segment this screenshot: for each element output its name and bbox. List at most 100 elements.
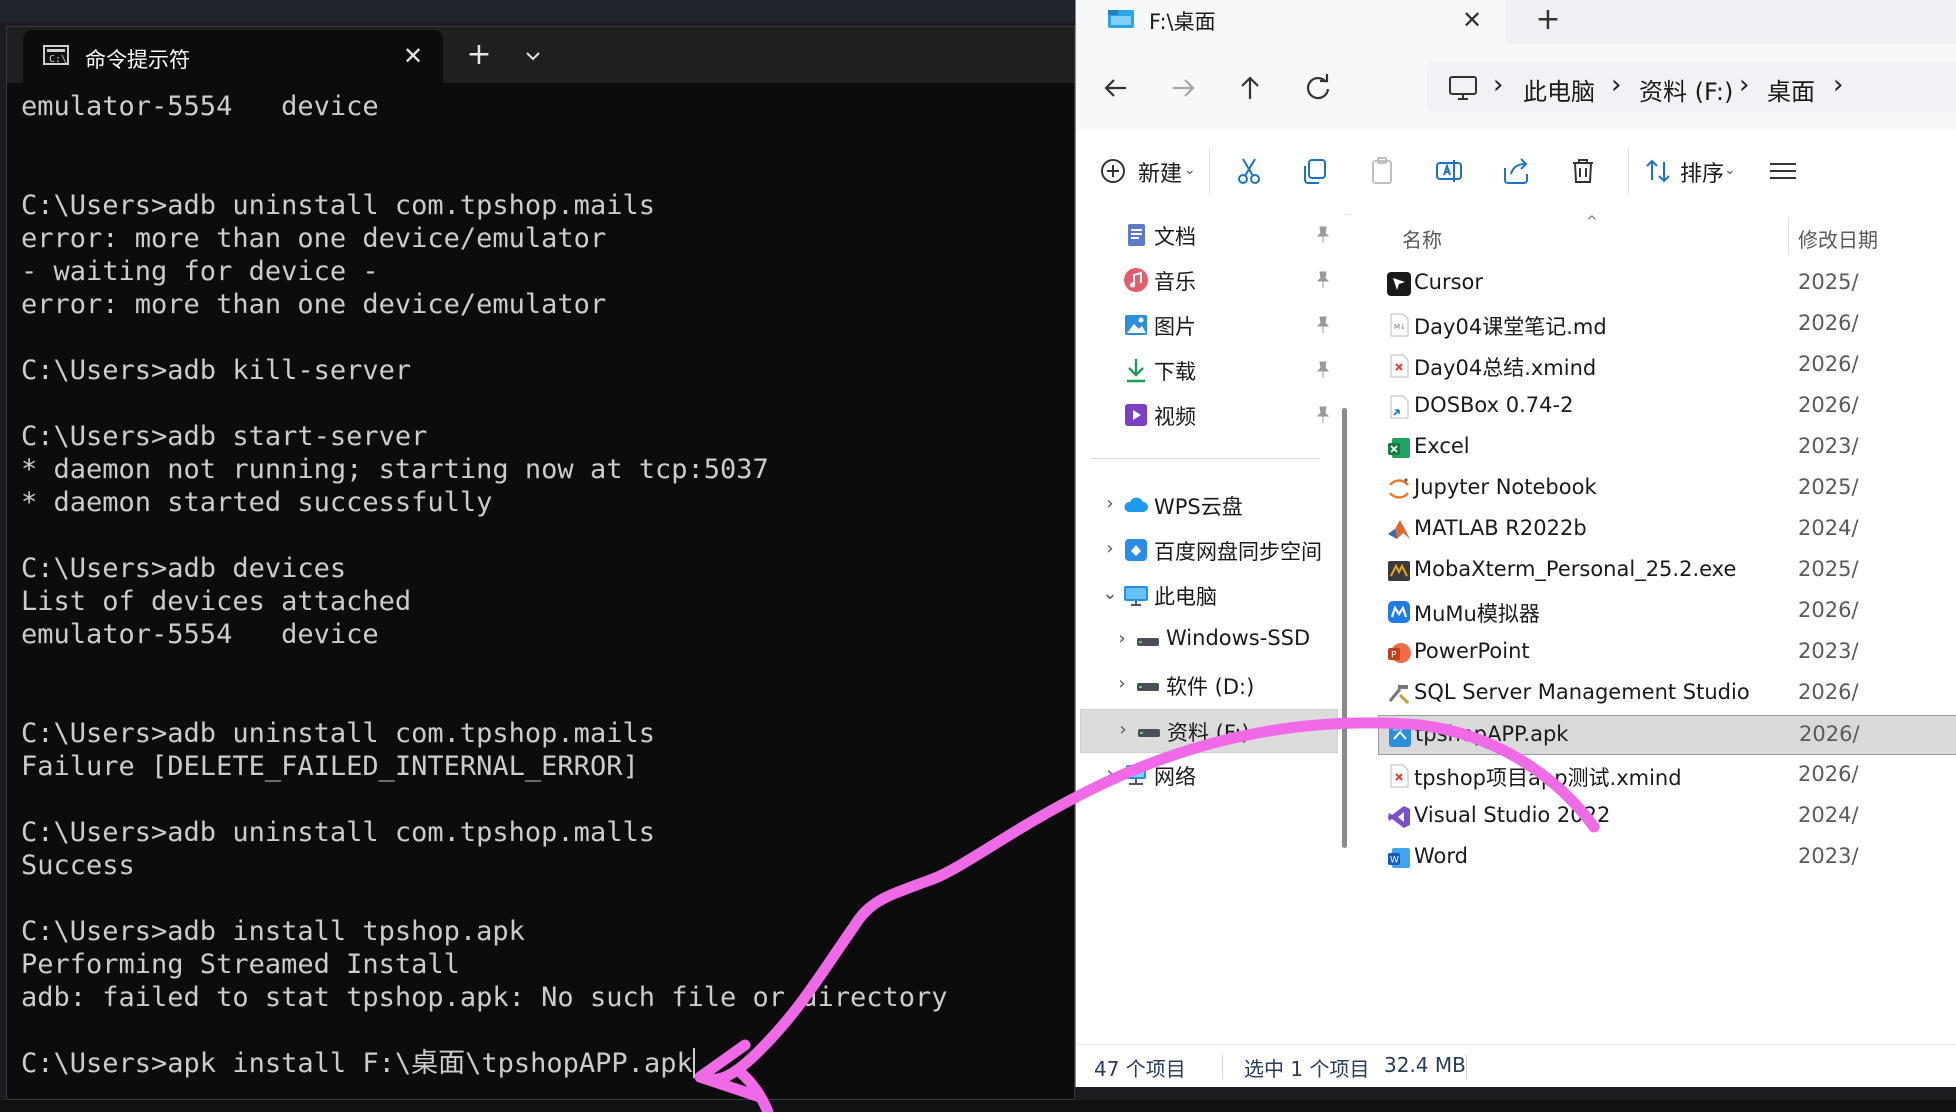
new-button[interactable]: 新建 ⌄ xyxy=(1096,150,1196,194)
chevron-right-icon[interactable]: › xyxy=(1739,70,1749,100)
file-row[interactable]: P PowerPoint 2023/ xyxy=(1378,633,1956,673)
status-bar: 47 个项目 选中 1 个项目 32.4 MB xyxy=(1076,1044,1956,1087)
file-name: Visual Studio 2022 xyxy=(1414,803,1611,827)
nav-tree-item[interactable]: ⌄ 此电脑 xyxy=(1080,574,1338,618)
nav-scrollbar[interactable] xyxy=(1340,214,1350,1044)
chevron-down-icon[interactable] xyxy=(515,39,551,75)
nav-item-music[interactable]: 音乐 xyxy=(1080,259,1338,303)
new-tab-button[interactable]: + xyxy=(459,37,499,73)
file-row[interactable]: SQL Server Management Studio 2026/ xyxy=(1378,674,1956,714)
column-divider[interactable] xyxy=(1788,218,1789,254)
breadcrumb-this-pc[interactable]: 此电脑 xyxy=(1523,72,1595,107)
nav-tree-item[interactable]: › 百度网盘同步空间 xyxy=(1080,529,1338,573)
view-button[interactable] xyxy=(1766,150,1796,194)
chevron-down-icon: ⌄ xyxy=(1184,162,1196,178)
file-row[interactable]: Day04总结.xmind 2026/ xyxy=(1378,346,1956,386)
file-row[interactable]: DOSBox 0.74-2 2026/ xyxy=(1378,387,1956,427)
file-row[interactable]: MobaXterm_Personal_25.2.exe 2025/ xyxy=(1378,551,1956,591)
address-bar[interactable]: › 此电脑 › 资料 (F:) › 桌面 › xyxy=(1427,62,1956,112)
file-row-selected[interactable]: APK tpshopAPP.apk 2026/ xyxy=(1378,715,1956,755)
nav-tree-item[interactable]: › 软件 (D:) xyxy=(1080,664,1338,708)
file-name: Cursor xyxy=(1414,270,1484,294)
drive-icon xyxy=(1134,626,1162,654)
nav-tree-item[interactable]: › WPS云盘 xyxy=(1080,484,1338,528)
file-row[interactable]: W Word 2023/ xyxy=(1378,838,1956,878)
file-row[interactable]: M↓ Day04课堂笔记.md 2026/ xyxy=(1378,305,1956,345)
chevron-right-icon[interactable]: › xyxy=(1098,762,1122,786)
file-row[interactable]: Visual Studio 2022 2024/ xyxy=(1378,797,1956,837)
file-modified-date: 2024/ xyxy=(1798,803,1859,827)
file-list[interactable]: 名称 ^ 修改日期 Cursor 2025/M↓ Day04课堂笔记.md 2026/… xyxy=(1352,214,1956,1044)
text-cursor xyxy=(692,1048,695,1078)
terminal-line: C:\Users>adb install tpshop.apk xyxy=(21,916,525,947)
nav-item-pictures[interactable]: 图片 xyxy=(1080,304,1338,348)
cmd-tab[interactable]: C:\ 命令提示符 ✕ xyxy=(23,30,443,83)
chevron-down-icon[interactable]: ⌄ xyxy=(1098,582,1122,606)
forward-arrow-icon[interactable] xyxy=(1163,68,1203,108)
file-row[interactable]: Jupyter Notebook 2025/ xyxy=(1378,469,1956,509)
terminal-line: adb: failed to stat tpshop.apk: No such … xyxy=(21,982,948,1013)
file-modified-date: 2025/ xyxy=(1798,270,1859,294)
file-row[interactable]: Cursor 2025/ xyxy=(1378,264,1956,304)
paste-button[interactable] xyxy=(1365,150,1405,194)
close-icon[interactable]: ✕ xyxy=(395,38,431,74)
refresh-icon[interactable] xyxy=(1298,68,1338,108)
nav-item-label: 音乐 xyxy=(1154,270,1196,294)
svg-text:P: P xyxy=(1391,651,1397,661)
chevron-right-icon[interactable]: › xyxy=(1110,627,1134,651)
cut-button[interactable] xyxy=(1232,150,1272,194)
pin-icon[interactable] xyxy=(1312,269,1334,291)
nav-item-document[interactable]: 文档 xyxy=(1080,214,1338,258)
new-tab-button[interactable]: + xyxy=(1528,2,1568,38)
pictures-icon xyxy=(1122,311,1150,339)
file-modified-date: 2026/ xyxy=(1798,393,1859,417)
cmd-title-bar[interactable]: C:\ 命令提示符 ✕ + xyxy=(7,27,1074,83)
file-row[interactable]: Excel 2023/ xyxy=(1378,428,1956,468)
breadcrumb-desktop[interactable]: 桌面 xyxy=(1767,72,1815,107)
terminal-line: List of devices attached xyxy=(21,586,412,617)
nav-item-download[interactable]: 下载 xyxy=(1080,349,1338,393)
explorer-tab[interactable]: F:\桌面 ✕ xyxy=(1076,0,1506,44)
file-name: MobaXterm_Personal_25.2.exe xyxy=(1414,557,1737,581)
share-button[interactable] xyxy=(1499,150,1539,194)
chevron-right-icon[interactable]: › xyxy=(1611,70,1621,100)
chevron-right-icon[interactable]: › xyxy=(1098,492,1122,516)
pin-icon[interactable] xyxy=(1312,314,1334,336)
breadcrumb-drive-f[interactable]: 资料 (F:) xyxy=(1639,72,1733,107)
back-arrow-icon[interactable] xyxy=(1096,68,1136,108)
nav-item-label: 视频 xyxy=(1154,405,1196,429)
chevron-right-icon[interactable]: › xyxy=(1493,70,1503,100)
pin-icon[interactable] xyxy=(1312,359,1334,381)
copy-button[interactable] xyxy=(1298,150,1338,194)
nav-tree-item[interactable]: › Windows-SSD xyxy=(1080,619,1338,663)
file-modified-date: 2026/ xyxy=(1798,762,1859,786)
terminal-output[interactable]: emulator-5554 device C:\Users>adb uninsta… xyxy=(21,90,1074,1099)
chevron-right-icon[interactable]: › xyxy=(1111,718,1135,742)
column-header-modified[interactable]: 修改日期 xyxy=(1798,224,1878,253)
rename-button[interactable] xyxy=(1432,150,1472,194)
file-modified-date: 2023/ xyxy=(1798,639,1859,663)
sort-button-label: 排序 xyxy=(1680,162,1725,187)
file-row[interactable]: tpshop项目app测试.xmind 2026/ xyxy=(1378,756,1956,796)
column-header-name[interactable]: 名称 xyxy=(1402,224,1442,253)
chevron-right-icon[interactable]: › xyxy=(1098,537,1122,561)
visual-studio-icon xyxy=(1386,804,1412,830)
sort-button[interactable]: 排序 ⌄ xyxy=(1642,150,1742,194)
nav-tree-item[interactable]: › 资料 (F:) xyxy=(1080,709,1338,753)
file-row[interactable]: MuMu模拟器 2026/ xyxy=(1378,592,1956,632)
delete-button[interactable] xyxy=(1566,150,1606,194)
chevron-right-icon[interactable]: › xyxy=(1110,672,1134,696)
navigation-pane[interactable]: 文档音乐图片 下载视频 › WPS云盘 › 百度网盘同步空间 ⌄ 此电脑 › Windows-SS… xyxy=(1076,214,1347,1044)
file-explorer-window[interactable]: F:\桌面 ✕ + › 此电脑 › 资料 (F:) › 桌面 › 新建 ⌄ 排序… xyxy=(1075,0,1956,1087)
pin-icon[interactable] xyxy=(1312,404,1334,426)
nav-tree-item[interactable]: › 网络 xyxy=(1080,754,1338,798)
chevron-right-icon[interactable]: › xyxy=(1833,70,1843,100)
close-icon[interactable]: ✕ xyxy=(1454,2,1490,38)
mumu-icon xyxy=(1386,599,1412,625)
file-row[interactable]: MATLAB R2022b 2024/ xyxy=(1378,510,1956,550)
navigation-bar: › 此电脑 › 资料 (F:) › 桌面 › xyxy=(1076,44,1956,130)
pin-icon[interactable] xyxy=(1312,224,1334,246)
nav-item-video[interactable]: 视频 xyxy=(1080,394,1338,438)
up-arrow-icon[interactable] xyxy=(1230,68,1270,108)
command-prompt-window[interactable]: C:\ 命令提示符 ✕ + emulator-5554 device C:\Use… xyxy=(6,26,1075,1100)
